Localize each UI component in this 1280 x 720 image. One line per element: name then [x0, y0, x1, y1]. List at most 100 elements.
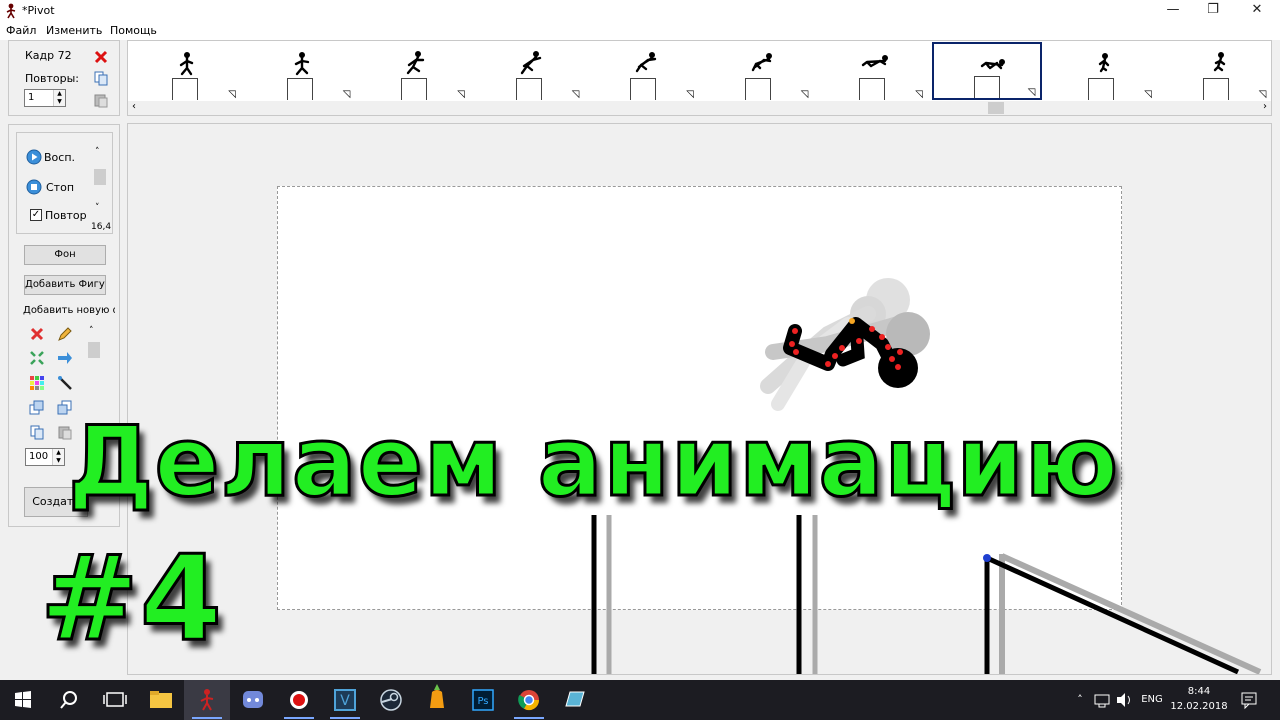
paste-figure-icon[interactable] — [57, 424, 73, 440]
photoshop-icon[interactable]: Ps — [460, 680, 506, 720]
timeline-scrollbar[interactable]: ‹ › — [128, 101, 1271, 115]
clock-time: 8:44 — [1187, 686, 1211, 697]
send-backward-icon[interactable] — [57, 400, 73, 416]
frame-figure-preview — [751, 53, 772, 72]
menu-file[interactable]: Файл — [6, 24, 36, 37]
list-scroll-thumb[interactable] — [88, 342, 100, 358]
clock-date: 12.02.2018 — [1170, 701, 1228, 712]
scroll-right-arrow[interactable]: › — [1263, 101, 1267, 112]
bring-forward-icon[interactable] — [29, 400, 45, 416]
stop-label[interactable]: Стоп — [46, 181, 74, 194]
line-tool-icon[interactable] — [57, 375, 73, 391]
frame-figure-preview — [179, 52, 194, 76]
windows-taskbar: V Ps ˄ ENG 8:44 12.02.2018 — [0, 680, 1280, 720]
frame-flag-icon: ◹ — [1027, 87, 1036, 98]
timeline-frame[interactable]: ◹ — [702, 42, 813, 100]
windows-start-icon[interactable] — [0, 680, 46, 720]
repeats-label: Повторы: — [25, 72, 79, 85]
frame-figure-preview — [861, 55, 888, 68]
figure-list-scrollbar[interactable]: ˄ — [87, 326, 101, 466]
pencil-icon[interactable] — [57, 326, 73, 342]
timeline-frame[interactable]: ◹ — [1160, 42, 1271, 100]
list-up-arrow[interactable]: ˄ — [89, 326, 94, 336]
play-label[interactable]: Восп. — [44, 151, 75, 164]
task-view-icon[interactable] — [92, 680, 138, 720]
network-icon[interactable] — [1092, 680, 1112, 720]
language-indicator[interactable]: ENG — [1138, 680, 1166, 720]
timeline-frame[interactable]: ◹ — [931, 42, 1042, 100]
timeline-frame[interactable]: ◹ — [130, 42, 240, 100]
file-explorer-icon[interactable] — [138, 680, 184, 720]
timeline-frame[interactable]: ◹ — [473, 42, 584, 100]
svg-text:V: V — [340, 693, 350, 709]
speed-value: 16,4 — [91, 222, 112, 232]
play-icon[interactable] — [26, 149, 42, 165]
frame-flag-icon: ◹ — [915, 89, 923, 100]
menu-help[interactable]: Помощь — [110, 24, 157, 37]
scale-icon[interactable] — [29, 350, 45, 366]
scroll-left-arrow[interactable]: ‹ — [132, 101, 136, 112]
frame-rail-preview — [515, 78, 542, 100]
timeline-scroll-thumb[interactable] — [988, 102, 1004, 114]
clock[interactable]: 8:44 12.02.2018 — [1168, 680, 1230, 720]
copy-figure-icon[interactable] — [29, 424, 45, 440]
menu-bar: Файл Изменить Помощь — [0, 22, 1280, 40]
frame-figure-preview — [294, 52, 309, 76]
volume-icon[interactable] — [1114, 680, 1134, 720]
figure-size-value: 100 — [29, 451, 49, 462]
frame-figure-preview — [1213, 52, 1225, 72]
frame-figure-preview — [635, 52, 657, 73]
frame-figure-preview — [520, 51, 541, 75]
timeline-frame[interactable]: ◹ — [359, 42, 469, 100]
stop-icon[interactable] — [26, 179, 42, 195]
frame-flag-icon: ◹ — [342, 89, 351, 100]
search-icon[interactable] — [46, 680, 92, 720]
steam-icon[interactable] — [368, 680, 414, 720]
notes-app-icon[interactable] — [552, 680, 598, 720]
pivot-app-icon — [6, 3, 16, 19]
create-button[interactable]: Создать — [24, 487, 88, 517]
video-editor-icon[interactable]: V — [322, 680, 368, 720]
recorder-icon[interactable] — [276, 680, 322, 720]
timeline-frame[interactable]: ◹ — [244, 42, 355, 100]
stepper-arrows[interactable]: ▲ ▼ — [53, 90, 65, 106]
close-button[interactable]: ✕ — [1234, 0, 1280, 22]
repeats-stepper[interactable]: 1 ▲ ▼ — [24, 89, 66, 107]
frame-rail-preview — [172, 78, 198, 100]
slider-down-arrow[interactable]: ˅ — [95, 203, 100, 213]
slider-thumb[interactable] — [94, 169, 106, 185]
add-new-figure-label: Добавить новую ф — [23, 305, 115, 316]
repeats-value: 1 — [28, 92, 35, 103]
title-bar: *Pivot — ❐ ✕ — [0, 0, 1280, 22]
loop-label[interactable]: Повтор — [45, 209, 87, 222]
paste-frame-icon[interactable] — [93, 92, 109, 108]
canvas-workspace[interactable] — [127, 123, 1272, 675]
flip-arrow-icon[interactable] — [57, 350, 73, 366]
timeline-frame[interactable]: ◹ — [588, 42, 698, 100]
speed-slider[interactable]: ˄ ˅ — [93, 147, 107, 217]
delete-frame-icon[interactable] — [93, 49, 109, 65]
figure-tools-group: 100 ▲ ▼ ˄ — [16, 320, 113, 470]
slider-up-arrow[interactable]: ˄ — [95, 147, 100, 157]
tray-expand-icon[interactable]: ˄ — [1068, 680, 1092, 720]
size-stepper-arrows[interactable]: ▲ ▼ — [52, 449, 64, 465]
copy-frame-icon[interactable] — [93, 70, 109, 86]
menu-edit[interactable]: Изменить — [46, 24, 102, 37]
discord-icon[interactable] — [230, 680, 276, 720]
pivot-taskbar-icon[interactable] — [184, 680, 230, 720]
add-figure-button[interactable]: Добавить Фигуру — [24, 275, 106, 295]
background-button[interactable]: Фон — [24, 245, 106, 265]
timeline-frame[interactable]: ◹ — [1046, 42, 1156, 100]
frame-rail-preview — [1202, 78, 1229, 100]
timeline-frame[interactable]: ◹ — [817, 42, 927, 100]
fl-studio-icon[interactable] — [414, 680, 460, 720]
tools-panel: Восп. Стоп ✓ Повтор ˄ ˅ 16,4 Фон Добавит… — [8, 124, 120, 527]
figure-size-stepper[interactable]: 100 ▲ ▼ — [25, 448, 65, 466]
chrome-icon[interactable] — [506, 680, 552, 720]
restore-button[interactable]: ❐ — [1190, 0, 1236, 22]
notifications-icon[interactable] — [1238, 680, 1260, 720]
loop-checkbox[interactable]: ✓ — [30, 209, 42, 221]
stage-figures[interactable] — [128, 124, 1272, 675]
color-palette-icon[interactable] — [29, 375, 45, 391]
delete-figure-icon[interactable] — [29, 326, 45, 342]
